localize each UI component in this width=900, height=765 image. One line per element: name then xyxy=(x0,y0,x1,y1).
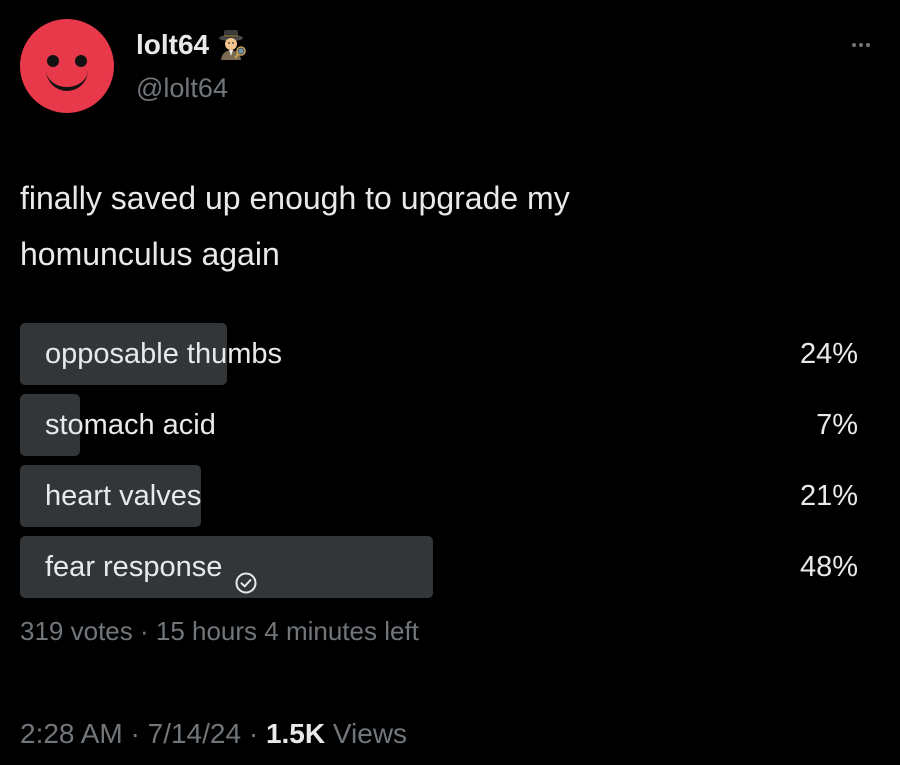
poll-option-opposable-thumbs: opposable thumbs 24% xyxy=(20,323,858,385)
tweet-text-line-2: homunculus again xyxy=(20,236,280,272)
poll-option-percent: 24% xyxy=(799,338,858,370)
timestamp-separator: · xyxy=(241,718,266,749)
user-handle[interactable]: @lolt64 xyxy=(136,73,228,104)
poll-option-label: stomach acid xyxy=(45,409,216,441)
tweet-text-line-1: finally saved up enough to upgrade my xyxy=(20,180,570,216)
poll-meta-separator: · xyxy=(132,616,156,646)
poll-option-stomach-acid: stomach acid 7% xyxy=(20,394,858,456)
poll-meta: 319 votes · 15 hours 4 minutes left xyxy=(20,616,419,647)
display-name[interactable]: lolt64 xyxy=(136,29,209,61)
poll-option-percent: 48% xyxy=(799,551,858,583)
check-circle-icon xyxy=(234,555,258,594)
tweet-timestamp-row: 2:28 AM · 7/14/24 · 1.5K Views xyxy=(20,718,407,750)
views-count: 1.5K xyxy=(265,718,326,749)
tweet-time[interactable]: 2:28 AM xyxy=(20,718,123,749)
tweet-date[interactable]: 7/14/24 xyxy=(148,718,241,749)
poll-option-fear-response: fear response 48% xyxy=(20,536,858,598)
avatar[interactable] xyxy=(20,19,114,113)
views-label: Views xyxy=(325,718,408,749)
poll-time-left: 15 hours 4 minutes left xyxy=(155,616,419,646)
detective-emoji-icon xyxy=(217,29,247,61)
display-name-row[interactable]: lolt64 xyxy=(136,29,247,61)
poll: opposable thumbs 24% stomach acid 7% hea… xyxy=(20,323,858,607)
tweet-text: finally saved up enough to upgrade my ho… xyxy=(20,170,720,282)
poll-option-percent: 7% xyxy=(816,409,858,441)
poll-option-label: opposable thumbs xyxy=(45,338,282,370)
poll-option-heart-valves: heart valves 21% xyxy=(20,465,858,527)
avatar-mouth xyxy=(46,65,88,91)
poll-vote-count: 319 votes xyxy=(20,616,133,646)
poll-option-label: heart valves xyxy=(45,480,202,512)
poll-option-percent: 21% xyxy=(799,480,858,512)
timestamp-separator: · xyxy=(122,718,148,749)
poll-option-label: fear response xyxy=(45,536,258,598)
more-options-icon[interactable] xyxy=(846,30,876,60)
